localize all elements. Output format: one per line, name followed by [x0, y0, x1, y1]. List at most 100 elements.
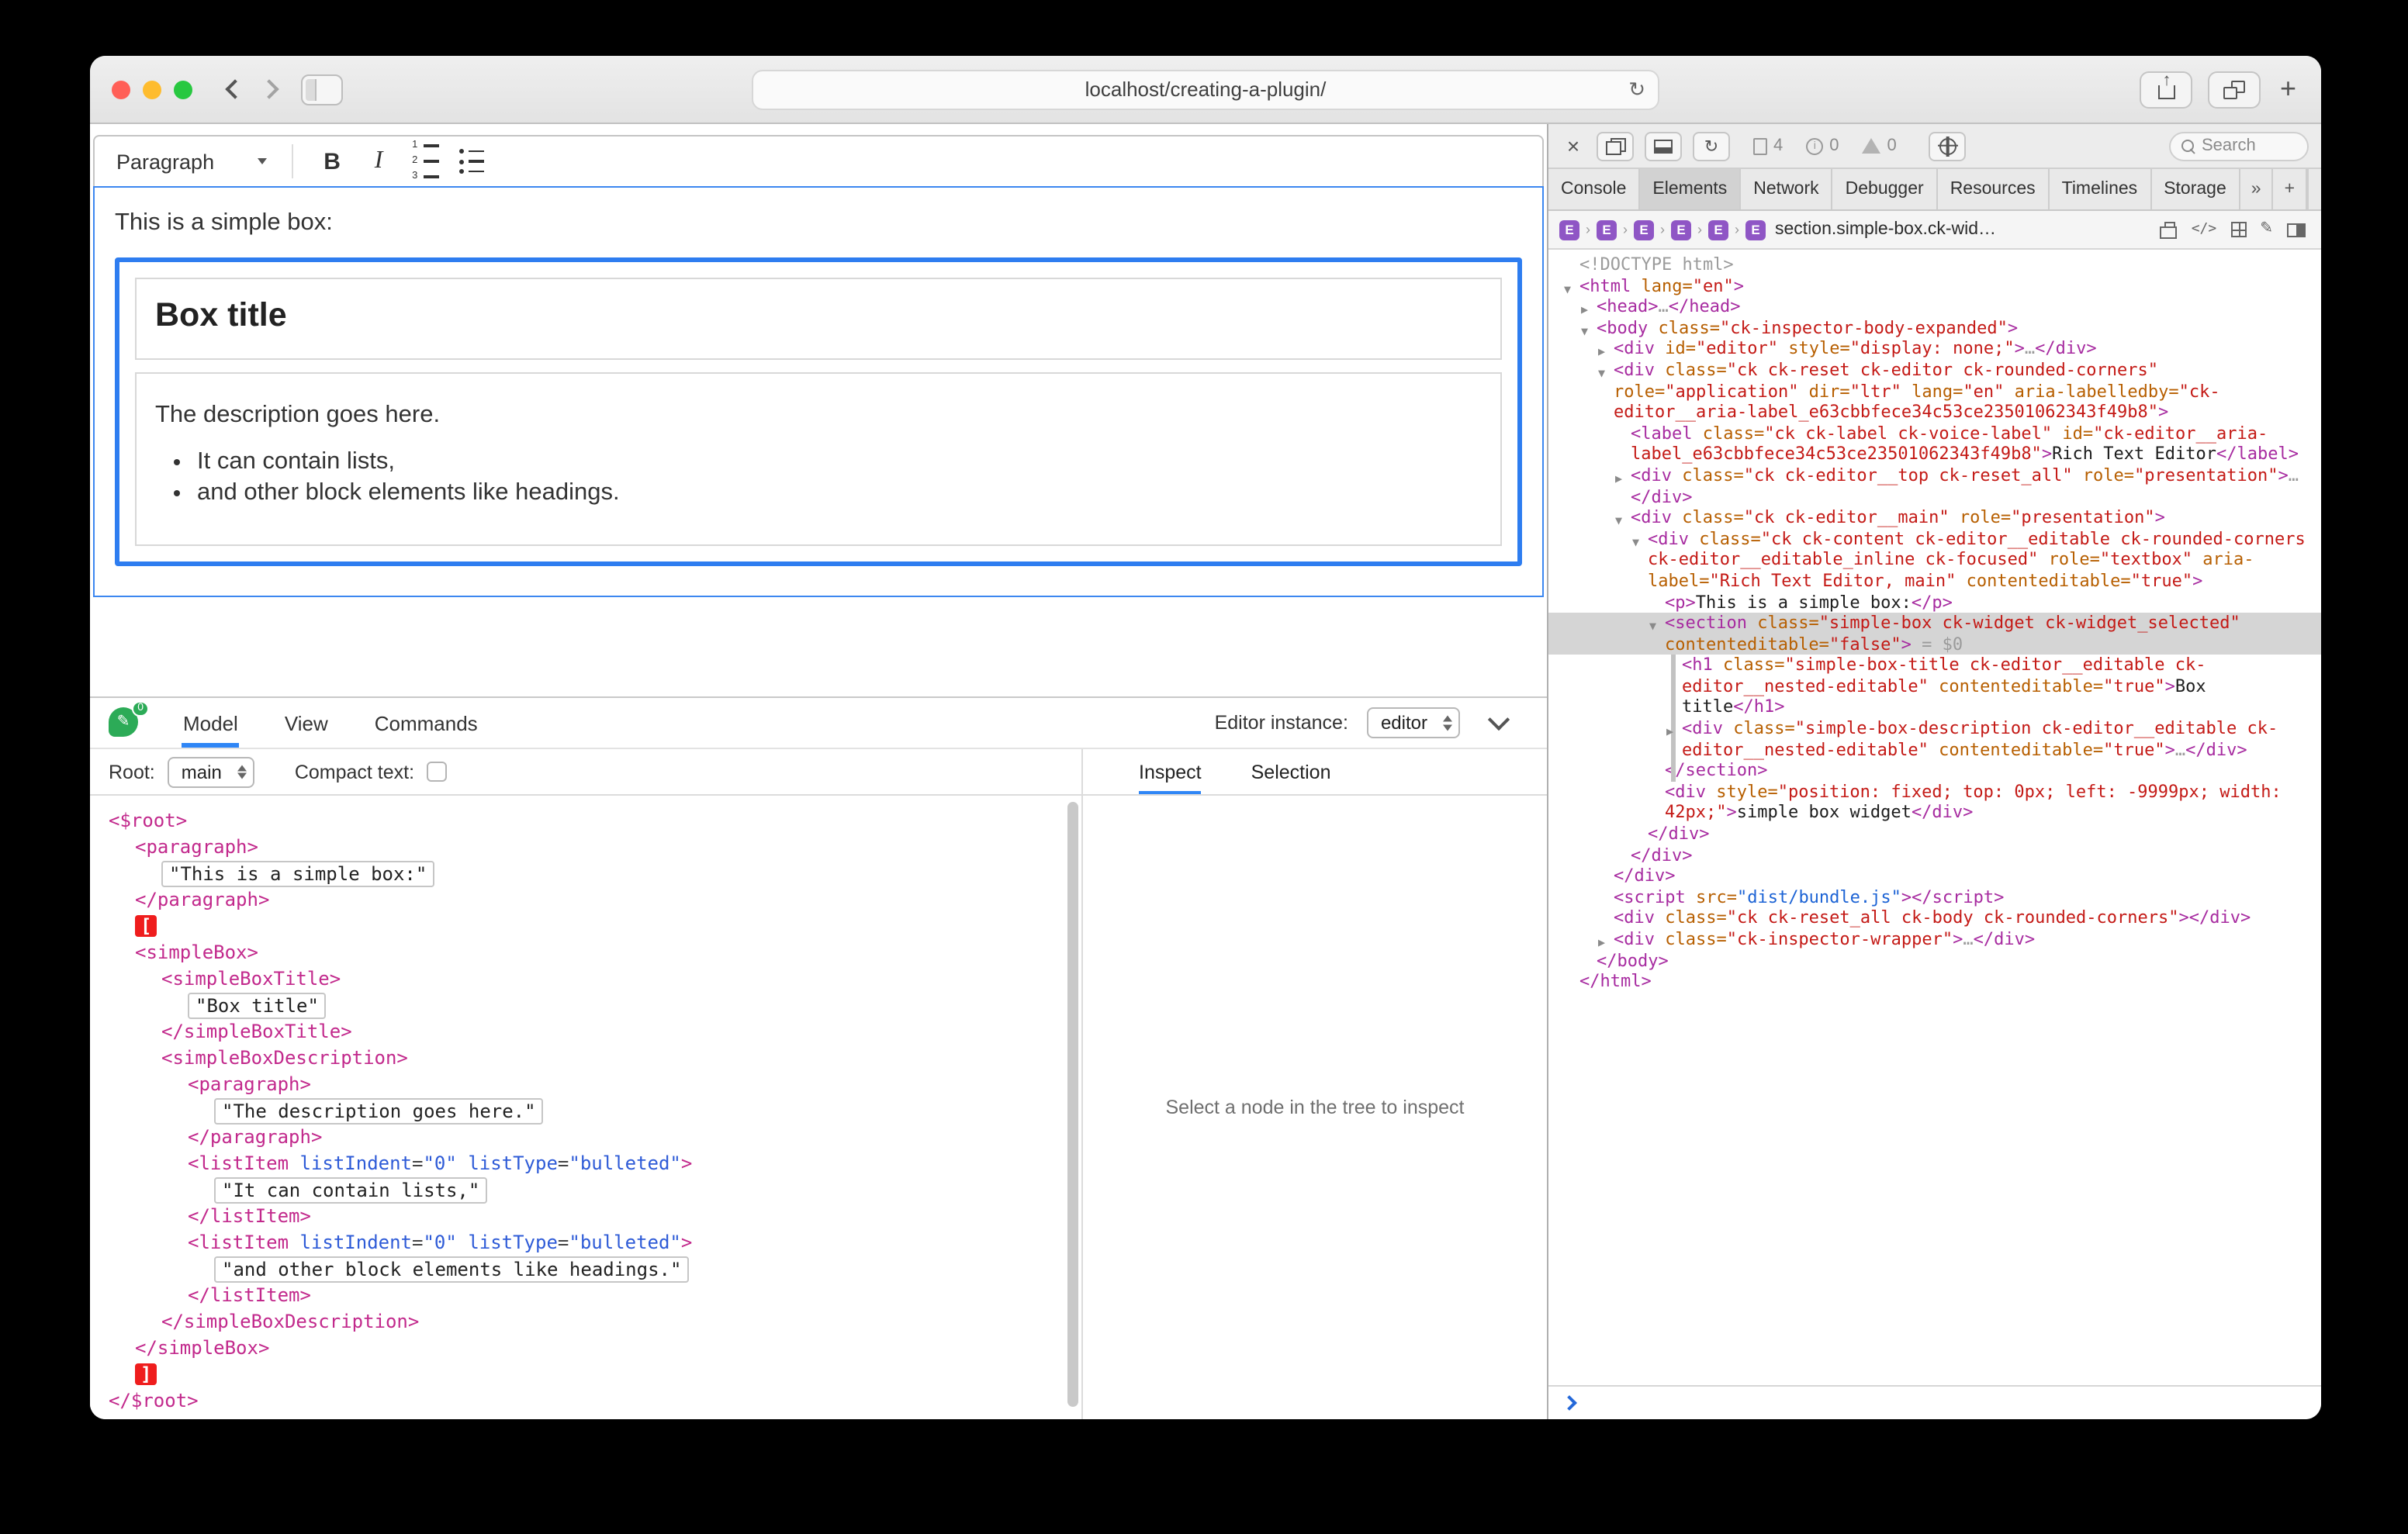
tab-resources[interactable]: Resources [1938, 169, 2050, 209]
root-select[interactable]: main [168, 756, 254, 787]
numbered-list-button[interactable]: 1 2 3 [402, 141, 448, 181]
model-tree-line[interactable]: [ [90, 914, 1081, 940]
tab-elements[interactable]: Elements [1640, 169, 1741, 209]
disclosure-closed-icon[interactable]: ▶ [1615, 468, 1622, 489]
dom-tree-line[interactable]: <p>This is a simple box:</p> [1548, 592, 2321, 613]
model-tree-line[interactable]: </listItem> [90, 1283, 1081, 1309]
simple-box-widget[interactable]: Box title The description goes here. It … [115, 257, 1522, 566]
model-tree-line[interactable]: <listItem listIndent="0" listType="bulle… [90, 1151, 1081, 1177]
detach-devtools-button[interactable] [1597, 131, 1634, 161]
model-text-node[interactable]: "This is a simple box:" [161, 860, 434, 886]
forward-button[interactable] [251, 71, 285, 108]
model-tree-line[interactable]: <simpleBox> [90, 940, 1081, 966]
dom-tree-line[interactable]: ▶<div class="simple-box-description ck-e… [1548, 718, 2321, 760]
bold-button[interactable]: B [309, 141, 355, 181]
model-tree-line[interactable]: </paragraph> [90, 1125, 1081, 1151]
disclosure-open-icon[interactable]: ▼ [1632, 531, 1639, 552]
list-item[interactable]: It can contain lists, [197, 448, 1482, 478]
devtools-settings-button[interactable]: ⚙ [2307, 169, 2321, 209]
quick-console[interactable] [1548, 1385, 2321, 1419]
close-window-button[interactable] [112, 80, 130, 98]
dom-tree-line[interactable]: ▼<div class="ck ck-reset ck-editor ck-ro… [1548, 360, 2321, 423]
element-badge[interactable]: E [1597, 219, 1617, 240]
dom-tree-line[interactable]: <h1 class="simple-box-title ck-editor__e… [1548, 655, 2321, 719]
back-button[interactable] [217, 71, 251, 108]
element-badge[interactable]: E [1634, 219, 1654, 240]
dom-tree-line[interactable]: <div class="ck ck-reset_all ck-body ck-r… [1548, 908, 2321, 929]
element-picker-button[interactable] [1929, 131, 1967, 161]
element-badge[interactable]: E [1559, 219, 1579, 240]
disclosure-open-icon[interactable]: ▼ [1649, 616, 1656, 637]
dom-tree-line[interactable]: </div> [1548, 824, 2321, 845]
tab-console[interactable]: Console [1548, 169, 1640, 209]
url-field[interactable]: localhost/creating-a-plugin/ ↻ [752, 69, 1659, 109]
dom-tree-line[interactable]: </body> [1548, 950, 2321, 971]
edit-styles-icon[interactable]: ✎ [2260, 222, 2273, 237]
disclosure-open-icon[interactable]: ▼ [1598, 363, 1605, 384]
dom-tree-line[interactable]: <div style="position: fixed; top: 0px; l… [1548, 782, 2321, 824]
scrollbar[interactable] [1067, 802, 1078, 1407]
breadcrumb-selected-node[interactable]: section.simple-box.ck-wid… [1775, 220, 1996, 239]
dom-tree-line-selected[interactable]: ▼<section class="simple-box ck-widget ck… [1548, 613, 2321, 655]
model-tree-line[interactable]: </paragraph> [90, 887, 1081, 914]
dock-bottom-button[interactable] [1645, 131, 1682, 161]
paragraph-style-dropdown[interactable]: Paragraph [110, 150, 273, 173]
tab-model[interactable]: Model [182, 698, 240, 748]
dom-tree-line[interactable]: ▼<body class="ck-inspector-body-expanded… [1548, 318, 2321, 339]
tab-timelines[interactable]: Timelines [2050, 169, 2152, 209]
element-badge[interactable]: E [1671, 219, 1691, 240]
sidebar-toggle-button[interactable] [301, 74, 343, 105]
element-badge[interactable]: E [1708, 219, 1728, 240]
model-tree-line[interactable]: <simpleBoxDescription> [90, 1045, 1081, 1072]
dom-tree-line[interactable]: ▶<div class="ck ck-editor__top ck-reset_… [1548, 465, 2321, 507]
close-devtools-button[interactable]: × [1561, 133, 1586, 158]
more-tabs-button[interactable]: » [2240, 169, 2274, 209]
model-tree-line[interactable]: "This is a simple box:" [90, 861, 1081, 887]
dom-tree-line[interactable]: ▼<div class="ck ck-editor__main" role="p… [1548, 507, 2321, 528]
compact-text-checkbox[interactable] [427, 762, 447, 782]
model-text-node[interactable]: "and other block elements like headings.… [214, 1256, 689, 1282]
new-tab-button[interactable]: + [2277, 73, 2299, 105]
paragraph-text[interactable]: This is a simple box: [115, 209, 1522, 237]
model-tree-line[interactable]: <paragraph> [90, 1072, 1081, 1098]
model-text-node[interactable]: "It can contain lists," [214, 1176, 487, 1203]
dom-tree-line[interactable]: ▶<div class="ck-inspector-wrapper">…</di… [1548, 929, 2321, 950]
dom-tree-line[interactable]: </div> [1548, 865, 2321, 886]
dom-tree-line[interactable]: <script src="dist/bundle.js"></script> [1548, 887, 2321, 908]
model-tree-line[interactable]: "It can contain lists," [90, 1177, 1081, 1204]
dom-tree-line[interactable]: </div> [1548, 845, 2321, 865]
dom-tree-line[interactable]: </section> [1548, 761, 2321, 782]
tab-storage[interactable]: Storage [2151, 169, 2240, 209]
tab-network[interactable]: Network [1741, 169, 1832, 209]
split-view-icon[interactable] [2287, 223, 2306, 237]
list-item[interactable]: and other block elements like headings. [197, 479, 1482, 509]
model-tree-line[interactable]: </simpleBoxTitle> [90, 1019, 1081, 1045]
simple-box-title[interactable]: Box title [135, 278, 1502, 360]
model-tree-line[interactable]: </$root> [90, 1388, 1081, 1415]
reload-page-button[interactable]: ↻ [1693, 131, 1730, 161]
model-tree-line[interactable]: ] [90, 1362, 1081, 1388]
print-styles-icon[interactable] [2161, 226, 2178, 238]
model-text-node[interactable]: "Box title" [188, 992, 327, 1018]
share-button[interactable]: ↑ [2140, 71, 2193, 108]
tab-overview-button[interactable] [2209, 71, 2261, 108]
bulleted-list-button[interactable] [448, 141, 495, 181]
dom-tree-line[interactable]: <label class="ck ck-label ck-voice-label… [1548, 423, 2321, 465]
italic-button[interactable]: I [355, 141, 402, 181]
code-icon[interactable]: </> [2192, 222, 2217, 237]
model-tree-line[interactable]: </simpleBox> [90, 1335, 1081, 1362]
dom-tree-line[interactable]: <!DOCTYPE html> [1548, 254, 2321, 275]
disclosure-closed-icon[interactable]: ▶ [1666, 721, 1673, 742]
element-badge[interactable]: E [1745, 219, 1766, 240]
dom-tree-line[interactable]: </html> [1548, 971, 2321, 992]
warnings-badge[interactable]: 0 [1863, 136, 1897, 155]
grid-overlay-icon[interactable] [2230, 222, 2246, 237]
model-tree-line[interactable]: "Box title" [90, 993, 1081, 1019]
model-tree-line[interactable]: "and other block elements like headings.… [90, 1256, 1081, 1283]
dom-tree-line[interactable]: ▶<head>…</head> [1548, 296, 2321, 317]
model-tree-line[interactable]: <$root> [90, 808, 1081, 834]
collapse-inspector-button[interactable] [1488, 709, 1510, 731]
dom-tree-line[interactable]: ▼<div class="ck ck-content ck-editor__ed… [1548, 528, 2321, 592]
devtools-search-input[interactable]: Search [2169, 131, 2309, 161]
dom-tree-line[interactable]: ▼<html lang="en"> [1548, 275, 2321, 296]
